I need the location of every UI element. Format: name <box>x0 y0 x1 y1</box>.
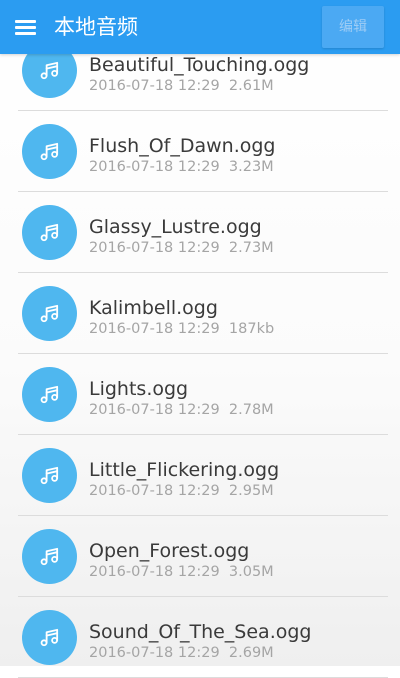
file-date: 2016-07-18 12:29 <box>89 402 220 418</box>
edit-button[interactable]: 编辑 <box>322 6 384 48</box>
file-name: Open_Forest.ogg <box>89 540 250 562</box>
music-note-icon <box>22 367 77 422</box>
audio-file-row[interactable]: Kalimbell.ogg 2016-07-18 12:29 187kb <box>0 273 400 354</box>
file-size: 2.61M <box>228 78 274 94</box>
file-size: 2.95M <box>228 483 274 499</box>
audio-file-row[interactable]: Glassy_Lustre.ogg 2016-07-18 12:29 2.73M <box>0 192 400 273</box>
file-name: Kalimbell.ogg <box>89 297 218 319</box>
file-meta: 2016-07-18 12:29 187kb <box>89 321 274 338</box>
file-meta: 2016-07-18 12:29 2.61M <box>89 78 274 95</box>
music-note-icon <box>22 529 77 584</box>
music-note-icon <box>22 124 77 179</box>
file-date: 2016-07-18 12:29 <box>89 564 220 580</box>
file-meta: 2016-07-18 12:29 3.23M <box>89 159 274 176</box>
file-meta: 2016-07-18 12:29 3.05M <box>89 564 274 581</box>
audio-file-row[interactable]: Little_Flickering.ogg 2016-07-18 12:29 2.… <box>0 435 400 516</box>
music-note-icon <box>22 448 77 503</box>
audio-file-list: Beautiful_Touching.ogg 2016-07-18 12:29 2… <box>0 30 400 678</box>
file-date: 2016-07-18 12:29 <box>89 240 220 256</box>
music-note-icon <box>22 205 77 260</box>
page-title: 本地音频 <box>54 15 138 39</box>
file-size: 2.69M <box>228 645 274 661</box>
file-size: 3.23M <box>228 159 274 175</box>
file-size: 2.78M <box>228 402 274 418</box>
file-size: 3.05M <box>228 564 274 580</box>
file-date: 2016-07-18 12:29 <box>89 78 220 94</box>
file-size: 2.73M <box>228 240 274 256</box>
file-meta: 2016-07-18 12:29 2.73M <box>89 240 274 257</box>
file-meta: 2016-07-18 12:29 2.95M <box>89 483 274 500</box>
audio-file-row[interactable]: Flush_Of_Dawn.ogg 2016-07-18 12:29 3.23M <box>0 111 400 192</box>
music-note-icon <box>22 286 77 341</box>
file-date: 2016-07-18 12:29 <box>89 159 220 175</box>
file-meta: 2016-07-18 12:29 2.69M <box>89 645 274 662</box>
file-name: Glassy_Lustre.ogg <box>89 216 262 238</box>
audio-file-row[interactable]: Open_Forest.ogg 2016-07-18 12:29 3.05M <box>0 516 400 597</box>
music-note-icon <box>22 610 77 665</box>
file-name: Flush_Of_Dawn.ogg <box>89 135 276 157</box>
file-size: 187kb <box>228 321 275 337</box>
file-name: Little_Flickering.ogg <box>89 459 280 481</box>
audio-file-row[interactable]: Lights.ogg 2016-07-18 12:29 2.78M <box>0 354 400 435</box>
top-app-bar: 本地音频 编辑 <box>0 0 400 54</box>
file-meta: 2016-07-18 12:29 2.78M <box>89 402 274 419</box>
hamburger-menu-icon[interactable] <box>10 14 40 42</box>
file-name: Beautiful_Touching.ogg <box>89 54 310 76</box>
file-name: Sound_Of_The_Sea.ogg <box>89 621 312 643</box>
file-date: 2016-07-18 12:29 <box>89 321 220 337</box>
file-name: Lights.ogg <box>89 378 189 400</box>
file-date: 2016-07-18 12:29 <box>89 645 220 661</box>
file-date: 2016-07-18 12:29 <box>89 483 220 499</box>
